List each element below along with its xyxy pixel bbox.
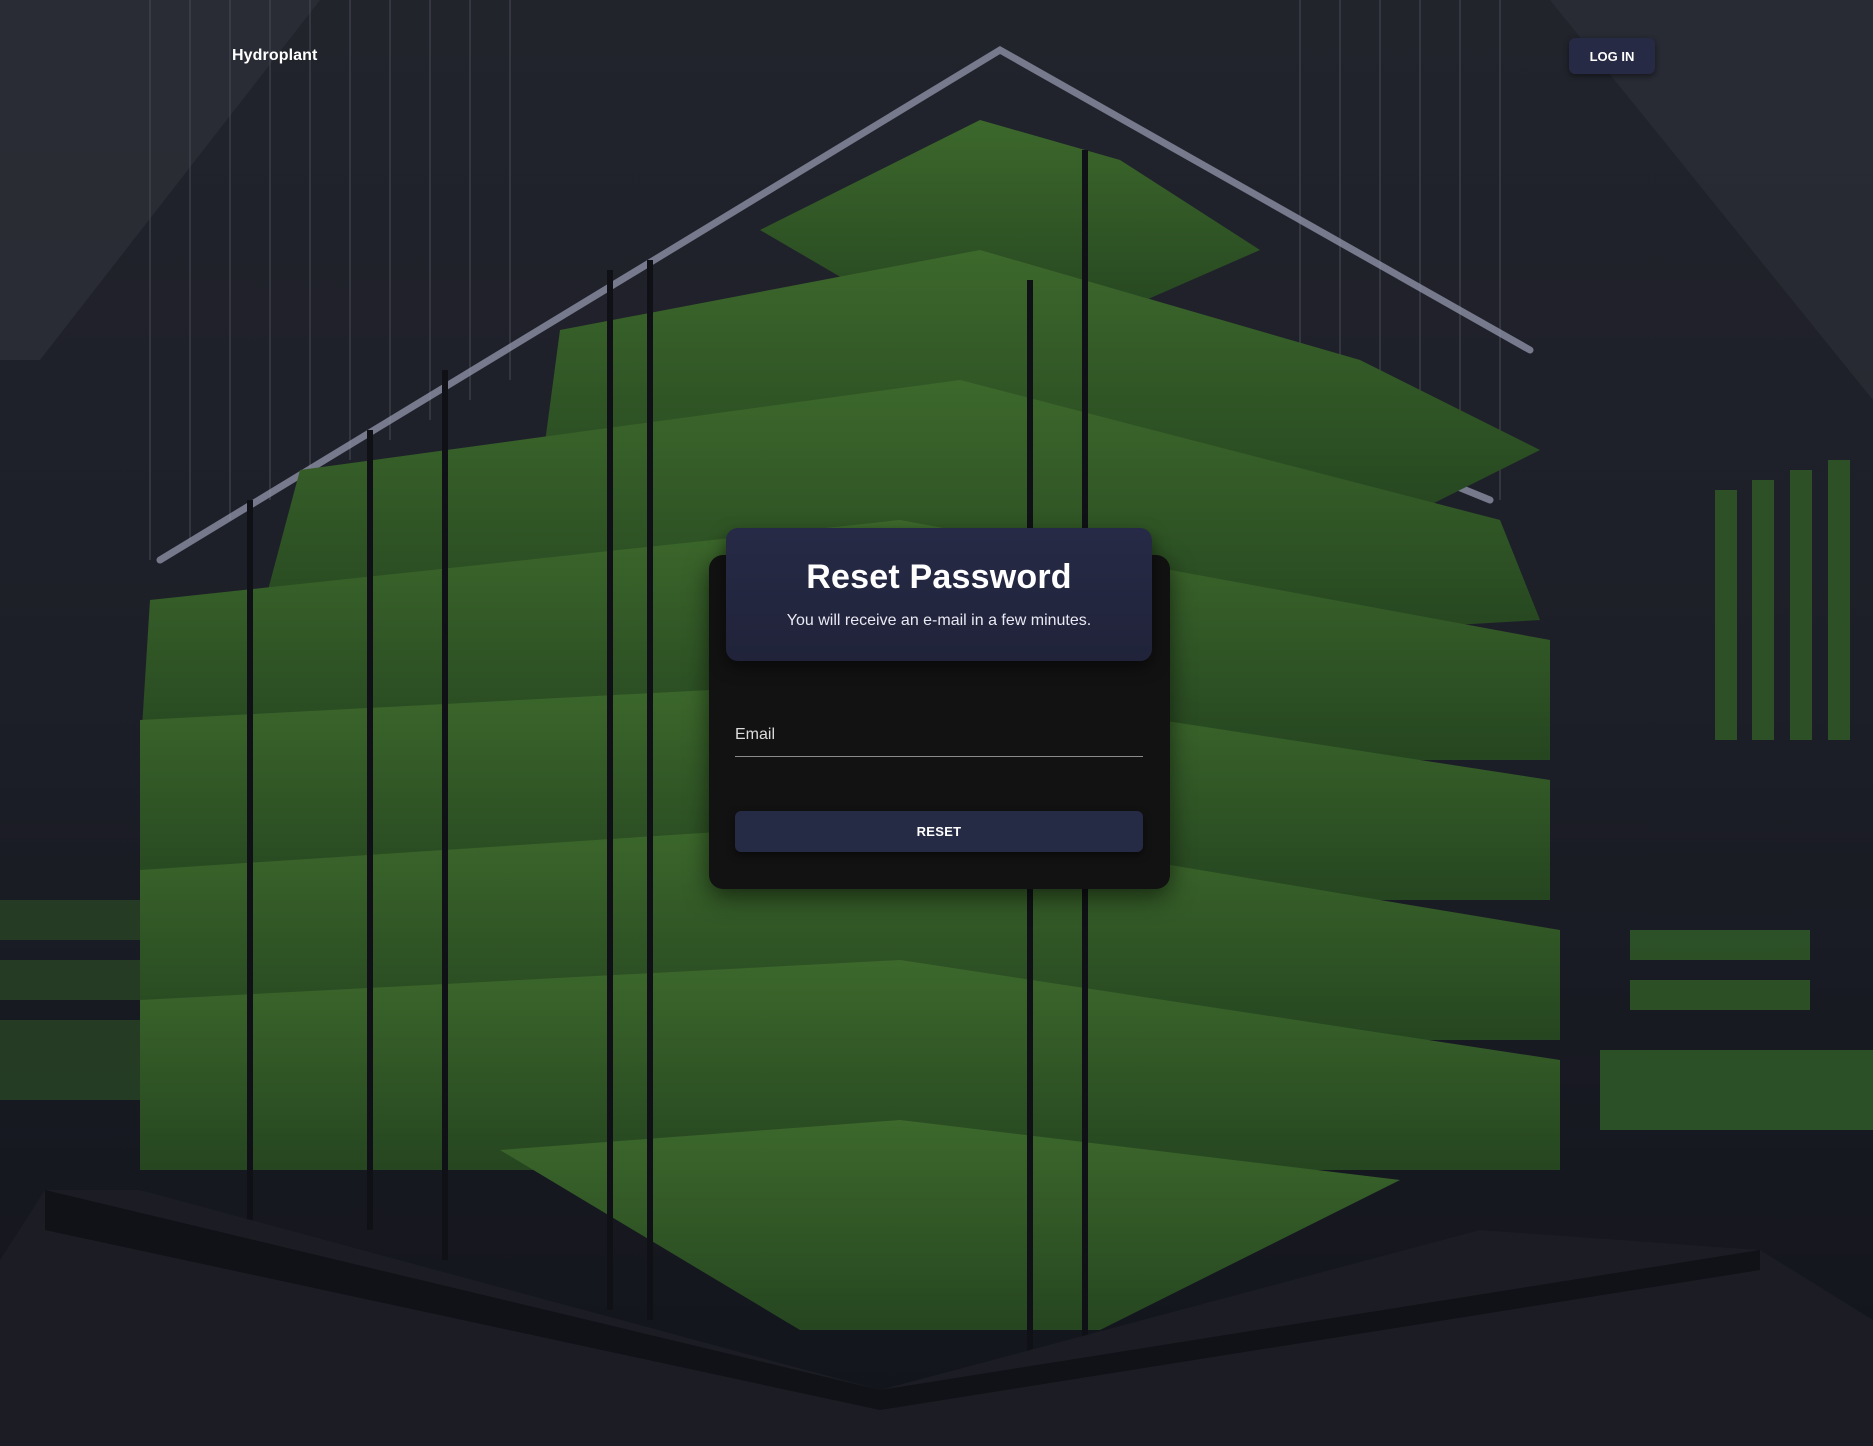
login-button[interactable]: LOG IN: [1569, 38, 1655, 74]
reset-button[interactable]: RESET: [735, 811, 1143, 852]
reset-password-card-header: Reset Password You will receive an e-mai…: [726, 528, 1152, 661]
email-field-wrapper: Email: [735, 714, 1143, 758]
page: Hydroplant LOG IN Reset Password You wil…: [0, 0, 1873, 1446]
page-title: Reset Password: [806, 558, 1072, 596]
brand-link[interactable]: Hydroplant: [232, 47, 317, 65]
card-subtitle: You will receive an e-mail in a few minu…: [786, 612, 1092, 629]
email-field[interactable]: [735, 714, 1143, 757]
top-navigation-bar: Hydroplant LOG IN: [0, 0, 1873, 115]
